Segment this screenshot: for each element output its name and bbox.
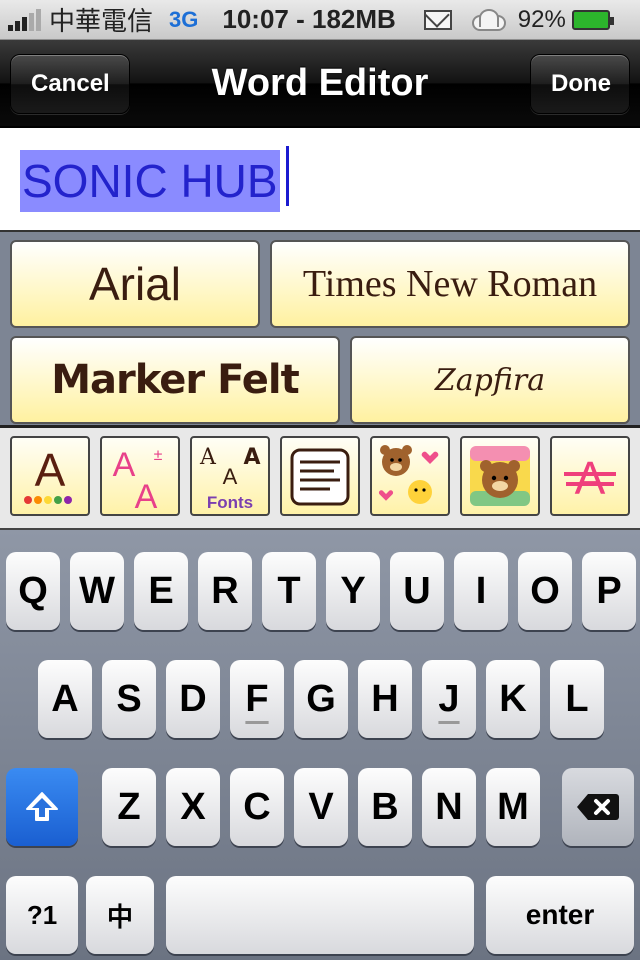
- text-effect-icon[interactable]: A: [550, 436, 630, 516]
- key-k[interactable]: K: [486, 660, 540, 738]
- fonts-icon[interactable]: A A A Fonts: [190, 436, 270, 516]
- font-marker-felt-button[interactable]: Marker Felt: [10, 336, 340, 424]
- svg-text:A: A: [223, 464, 238, 489]
- font-arial-button[interactable]: Arial: [10, 240, 260, 328]
- key-w[interactable]: W: [70, 552, 124, 630]
- carrier-name: 中華電信: [49, 6, 154, 36]
- keyboard: Q W E R T Y U I O P A S D F G H J K L Z …: [0, 530, 640, 960]
- font-zapfino-button[interactable]: Zapfira: [350, 336, 630, 424]
- numbers-key[interactable]: ?1: [6, 876, 78, 954]
- shift-key[interactable]: [6, 768, 78, 846]
- font-panel: Arial Times New Roman Marker Felt Zapfir…: [0, 232, 640, 428]
- cloud-icon: [468, 8, 506, 31]
- svg-text:±: ±: [154, 447, 163, 464]
- battery-percent: 92%: [517, 5, 566, 33]
- text-input-area[interactable]: SONIC HUB: [0, 128, 640, 232]
- key-b[interactable]: B: [358, 768, 412, 846]
- text-cursor: [286, 146, 289, 206]
- svg-text:A: A: [35, 444, 66, 496]
- signal-strength-icon: [8, 8, 41, 31]
- key-r[interactable]: R: [198, 552, 252, 630]
- key-d[interactable]: D: [166, 660, 220, 738]
- network-type: 3G: [169, 6, 199, 32]
- key-y[interactable]: Y: [326, 552, 380, 630]
- backspace-icon: [577, 794, 619, 820]
- key-n[interactable]: N: [422, 768, 476, 846]
- language-key[interactable]: 中: [86, 876, 154, 954]
- key-c[interactable]: C: [230, 768, 284, 846]
- svg-text:A: A: [199, 445, 217, 470]
- key-m[interactable]: M: [486, 768, 540, 846]
- key-v[interactable]: V: [294, 768, 348, 846]
- bear-background-icon[interactable]: [460, 436, 540, 516]
- stickers-icon[interactable]: [370, 436, 450, 516]
- key-j[interactable]: J: [422, 660, 476, 738]
- svg-text:A: A: [243, 445, 260, 470]
- svg-text:A: A: [575, 452, 606, 504]
- key-z[interactable]: Z: [102, 768, 156, 846]
- done-button[interactable]: Done: [530, 54, 630, 114]
- key-o[interactable]: O: [518, 552, 572, 630]
- selected-text[interactable]: SONIC HUB: [20, 150, 280, 212]
- key-l[interactable]: L: [550, 660, 604, 738]
- status-bar: 中華電信 3G 10:07 - 182MB 92%: [0, 0, 640, 40]
- text-align-icon[interactable]: [280, 436, 360, 516]
- font-times-new-roman-button[interactable]: Times New Roman: [270, 240, 630, 328]
- shift-arrow-icon: [26, 792, 58, 821]
- key-a[interactable]: A: [38, 660, 92, 738]
- key-t[interactable]: T: [262, 552, 316, 630]
- tool-strip: A A A ± A A A Fonts A: [0, 428, 640, 530]
- key-h[interactable]: H: [358, 660, 412, 738]
- key-q[interactable]: Q: [6, 552, 60, 630]
- time-memory: 10:07 - 182MB: [222, 4, 396, 34]
- delete-key[interactable]: [562, 768, 634, 846]
- battery-icon: [571, 9, 614, 30]
- key-u[interactable]: U: [390, 552, 444, 630]
- key-f[interactable]: F: [230, 660, 284, 738]
- cancel-button[interactable]: Cancel: [10, 54, 130, 114]
- key-i[interactable]: I: [454, 552, 508, 630]
- key-p[interactable]: P: [582, 552, 636, 630]
- navigation-bar: Word Editor Cancel Done: [0, 40, 640, 128]
- key-g[interactable]: G: [294, 660, 348, 738]
- svg-text:A: A: [113, 446, 136, 484]
- key-x[interactable]: X: [166, 768, 220, 846]
- mail-icon: [423, 9, 452, 30]
- fonts-icon-label: Fonts: [207, 493, 253, 512]
- enter-key[interactable]: enter: [486, 876, 634, 954]
- key-e[interactable]: E: [134, 552, 188, 630]
- svg-text:A: A: [135, 478, 158, 514]
- space-key[interactable]: [166, 876, 474, 954]
- text-color-icon[interactable]: A: [10, 436, 90, 516]
- text-size-icon[interactable]: A A ±: [100, 436, 180, 516]
- key-s[interactable]: S: [102, 660, 156, 738]
